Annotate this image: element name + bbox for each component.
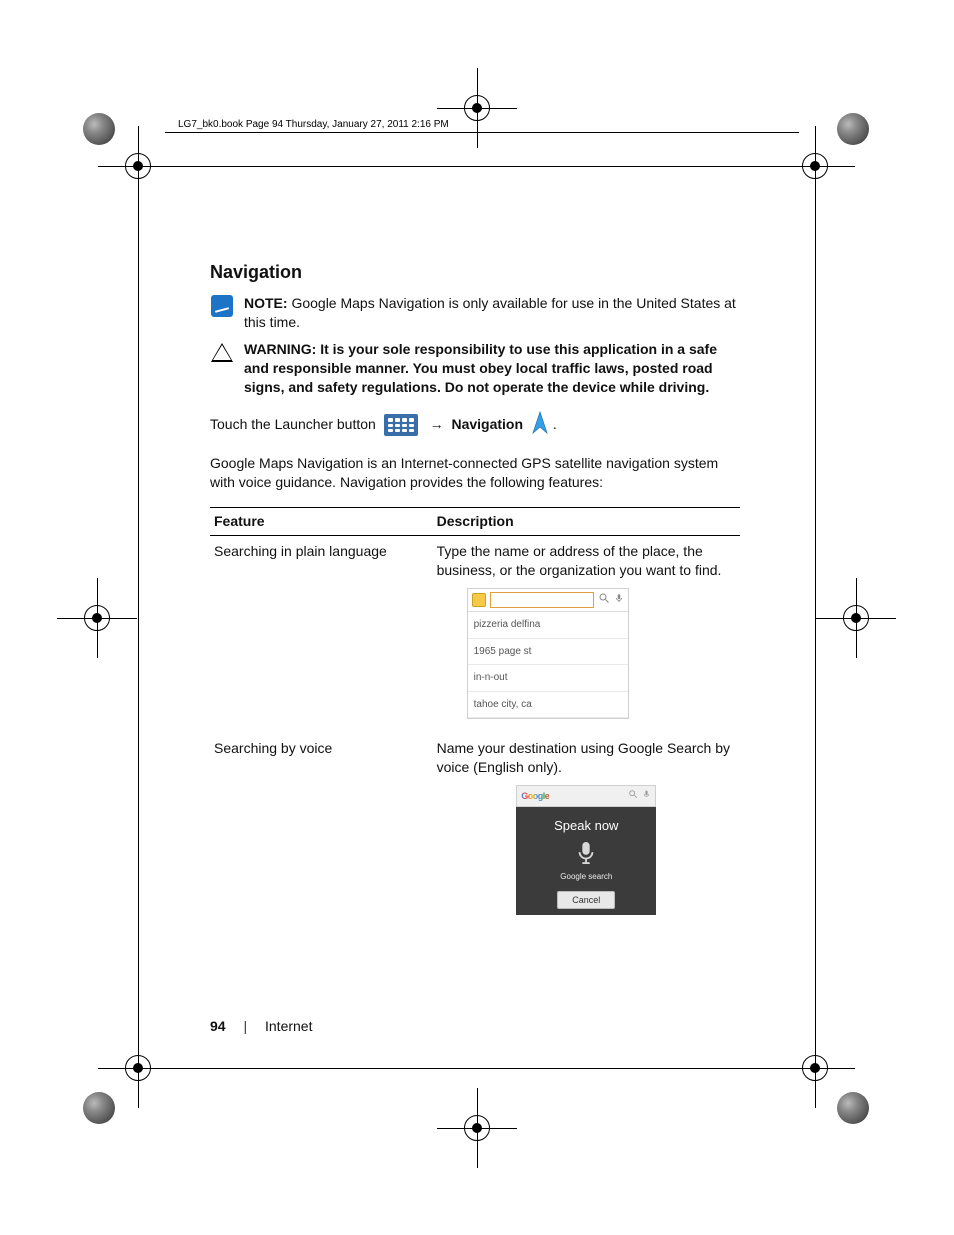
note-label: NOTE: xyxy=(244,295,288,311)
mic-icon xyxy=(642,789,651,802)
search-suggestion: 1965 page st xyxy=(468,639,628,666)
note-text: Google Maps Navigation is only available… xyxy=(244,295,736,330)
warning-icon: ! xyxy=(210,340,234,364)
speak-now-screenshot: Google Speak now xyxy=(516,785,656,915)
warning-label: WARNING: xyxy=(244,341,316,357)
launcher-instruction: Touch the Launcher button → Navigation . xyxy=(210,411,740,440)
registration-mark-icon xyxy=(437,1088,517,1168)
table-row: Searching by voice Name your destination… xyxy=(210,733,740,929)
search-icon xyxy=(598,592,610,608)
book-header-rule xyxy=(165,132,799,133)
google-g-icon xyxy=(472,593,486,607)
search-icon xyxy=(628,789,638,802)
feature-name: Searching by voice xyxy=(210,733,433,929)
print-crop-line xyxy=(138,145,139,1090)
navigation-word: Navigation xyxy=(451,416,523,432)
page-content: Navigation NOTE: Google Maps Navigation … xyxy=(210,260,740,929)
registration-mark-icon xyxy=(816,578,896,658)
section-title: Navigation xyxy=(210,260,740,284)
intro-paragraph: Google Maps Navigation is an Internet-co… xyxy=(210,454,740,492)
registration-mark-icon xyxy=(98,126,178,206)
search-suggestion: in-n-out xyxy=(468,665,628,692)
registration-mark-icon xyxy=(775,126,855,206)
search-suggestion: tahoe city, ca xyxy=(468,692,628,719)
feature-name: Searching in plain language xyxy=(210,536,433,733)
navigation-arrow-icon xyxy=(531,411,549,440)
search-suggestion: pizzeria delfina xyxy=(468,612,628,639)
warning-callout: ! WARNING: It is your sole responsibilit… xyxy=(210,340,740,397)
launcher-pretext: Touch the Launcher button xyxy=(210,416,380,432)
registration-mark-icon xyxy=(57,578,137,658)
google-search-screenshot: pizzeria delfina 1965 page st in-n-out t… xyxy=(467,588,629,719)
arrow-icon: → xyxy=(430,416,444,432)
table-header-feature: Feature xyxy=(210,508,433,536)
print-crop-line xyxy=(115,166,840,167)
launcher-period: . xyxy=(553,416,557,432)
feature-description: Type the name or address of the place, t… xyxy=(437,543,722,578)
footer-section: Internet xyxy=(265,1018,312,1034)
page-footer: 94 | Internet xyxy=(210,1018,312,1034)
print-crop-line xyxy=(115,1068,840,1069)
table-header-description: Description xyxy=(433,508,740,536)
registration-mark-icon xyxy=(437,68,517,148)
launcher-button-icon xyxy=(384,414,418,436)
mic-icon xyxy=(575,840,597,866)
google-logo-text: Google xyxy=(521,790,549,802)
search-input-depiction xyxy=(490,592,594,608)
cancel-button-depiction: Cancel xyxy=(557,891,615,909)
features-table: Feature Description Searching in plain l… xyxy=(210,507,740,929)
note-callout: NOTE: Google Maps Navigation is only ava… xyxy=(210,294,740,332)
registration-mark-icon xyxy=(775,1028,855,1108)
note-icon xyxy=(210,294,234,318)
speak-now-subtitle: Google search xyxy=(516,872,656,883)
page-number: 94 xyxy=(210,1018,226,1034)
registration-mark-icon xyxy=(98,1028,178,1108)
footer-separator: | xyxy=(243,1018,247,1034)
speak-now-title: Speak now xyxy=(516,817,656,835)
mic-icon xyxy=(614,592,624,608)
feature-description: Name your destination using Google Searc… xyxy=(437,740,730,775)
book-header-text: LG7_bk0.book Page 94 Thursday, January 2… xyxy=(178,119,449,130)
table-row: Searching in plain language Type the nam… xyxy=(210,536,740,733)
